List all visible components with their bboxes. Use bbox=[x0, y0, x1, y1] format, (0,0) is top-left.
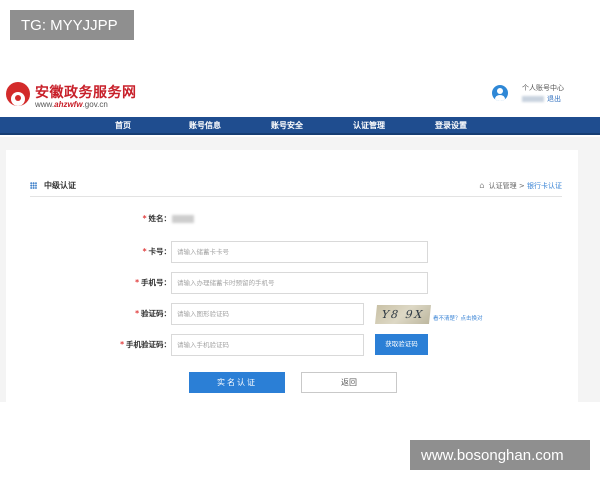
home-icon[interactable]: ⌂ bbox=[479, 181, 484, 190]
form-row-captcha: *验证码： Y8 9X 看不清楚？点击换对 bbox=[6, 303, 578, 325]
site-header: 安徽政务服务网 www.ahzwfw.gov.cn 个人账号中心 退出 bbox=[0, 70, 600, 116]
card-label: * 卡号： bbox=[142, 247, 171, 256]
user-center-link[interactable]: 个人账号中心 bbox=[522, 83, 564, 93]
sms-code-input[interactable] bbox=[171, 334, 364, 356]
user-avatar-icon[interactable] bbox=[492, 85, 508, 101]
captcha-label: * 验证码： bbox=[135, 309, 171, 318]
nav-item-account-security[interactable]: 账号安全 bbox=[246, 120, 328, 131]
captcha-refresh-link[interactable]: 看不清楚？点击换对 bbox=[433, 314, 483, 322]
name-label: * 姓名： bbox=[142, 214, 171, 223]
back-button[interactable]: 返回 bbox=[301, 372, 397, 393]
form-row-card: * 卡号： bbox=[6, 241, 578, 263]
redacted-name-value bbox=[172, 215, 194, 223]
breadcrumb-separator: > bbox=[518, 182, 525, 190]
grid-icon bbox=[30, 182, 37, 189]
nav-item-account-info[interactable]: 账号信息 bbox=[164, 120, 246, 131]
get-sms-code-button[interactable]: 获取验证码 bbox=[375, 334, 428, 355]
site-url: www.ahzwfw.gov.cn bbox=[35, 100, 108, 109]
form-row-phone: * 手机号： bbox=[6, 272, 578, 294]
breadcrumb-parent[interactable]: 认证管理 bbox=[489, 182, 517, 190]
nav-item-login-settings[interactable]: 登录设置 bbox=[410, 120, 492, 131]
breadcrumb-current: 银行卡认证 bbox=[527, 182, 562, 190]
user-info: 退出 bbox=[522, 94, 561, 104]
panel-header: 中级认证 ⌂ 认证管理 > 银行卡认证 bbox=[30, 177, 562, 197]
nav-item-home[interactable]: 首页 bbox=[82, 120, 164, 131]
nav-item-certification[interactable]: 认证管理 bbox=[328, 120, 410, 131]
site-title: 安徽政务服务网 bbox=[35, 85, 137, 101]
panel-title: 中级认证 bbox=[44, 181, 76, 190]
watermark-top: TG: MYYJJPP bbox=[10, 10, 134, 40]
captcha-input[interactable] bbox=[171, 303, 364, 325]
site-logo-icon bbox=[6, 82, 30, 106]
redacted-username bbox=[522, 96, 544, 102]
phone-label: * 手机号： bbox=[135, 278, 171, 287]
breadcrumb: ⌂ 认证管理 > 银行卡认证 bbox=[479, 181, 562, 191]
captcha-image[interactable]: Y8 9X bbox=[375, 305, 431, 324]
sms-label: * 手机验证码： bbox=[120, 340, 171, 349]
main-nav: 首页 账号信息 账号安全 认证管理 登录设置 bbox=[0, 117, 600, 135]
card-number-input[interactable] bbox=[171, 241, 428, 263]
form-row-name: * 姓名： bbox=[6, 208, 578, 230]
phone-input[interactable] bbox=[171, 272, 428, 294]
watermark-bottom: www.bosonghan.com bbox=[410, 440, 590, 470]
certification-panel: 中级认证 ⌂ 认证管理 > 银行卡认证 *姓名： *卡号： *手机号： *验证码… bbox=[6, 150, 578, 402]
form-row-sms: *手机验证码： 获取验证码 bbox=[6, 334, 578, 356]
logout-link[interactable]: 退出 bbox=[547, 95, 561, 103]
submit-verification-button[interactable]: 实名认证 bbox=[189, 372, 285, 393]
